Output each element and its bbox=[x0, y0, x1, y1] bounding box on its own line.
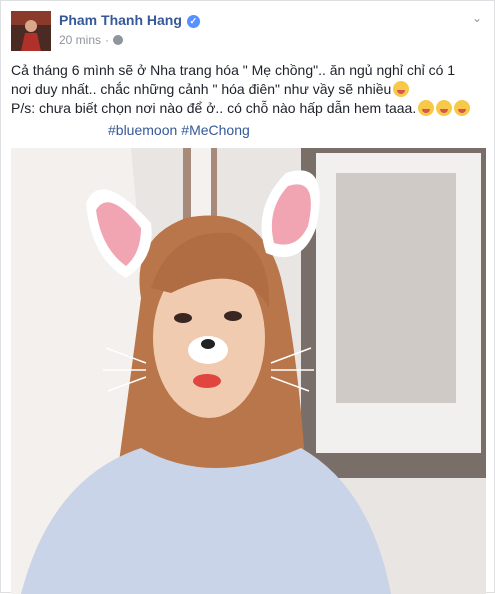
tongue-out-emoji-icon bbox=[436, 100, 453, 116]
post-meta: 20 mins · bbox=[59, 33, 124, 47]
author-name-text[interactable]: Pham Thanh Hang bbox=[59, 12, 182, 28]
tongue-out-emoji-icon bbox=[454, 100, 471, 116]
post-photo[interactable] bbox=[11, 148, 486, 594]
post-text: Cả tháng 6 mình sẽ ở Nha trang hóa " Mẹ … bbox=[11, 61, 481, 118]
post-timestamp[interactable]: 20 mins bbox=[59, 33, 101, 47]
verified-badge-icon: ✓ bbox=[186, 15, 200, 28]
author-avatar[interactable] bbox=[11, 11, 51, 51]
tongue-out-emoji-icon bbox=[393, 81, 410, 97]
globe-icon[interactable] bbox=[113, 35, 124, 45]
post-options-button[interactable]: ⌄ bbox=[472, 11, 482, 25]
hashtags: #bluemoon #MeChong bbox=[108, 122, 254, 138]
hashtag-mechong[interactable]: #MeChong bbox=[181, 122, 250, 138]
hashtag-bluemoon[interactable]: #bluemoon bbox=[108, 122, 177, 138]
author-name[interactable]: Pham Thanh Hang ✓ bbox=[59, 12, 200, 28]
post-text-line-1: Cả tháng 6 mình sẽ ở Nha trang hóa " Mẹ … bbox=[11, 62, 456, 78]
tongue-out-emoji-icon bbox=[418, 100, 435, 116]
post-text-line-3: P/s: chưa biết chọn nơi nào để ở.. có ch… bbox=[11, 100, 417, 116]
chevron-down-icon[interactable]: ⌄ bbox=[472, 11, 482, 25]
post-text-line-2-wrap: nơi duy nhất.. chắc những cảnh " hóa điê… bbox=[11, 80, 481, 99]
meta-separator: · bbox=[105, 33, 110, 47]
post-card: Pham Thanh Hang ✓ 20 mins · ⌄ Cả tháng 6 m… bbox=[0, 0, 495, 594]
post-text-line-2: nơi duy nhất.. chắc những cảnh " hóa điê… bbox=[11, 81, 392, 97]
post-text-line-3-wrap: P/s: chưa biết chọn nơi nào để ở.. có ch… bbox=[11, 99, 481, 118]
